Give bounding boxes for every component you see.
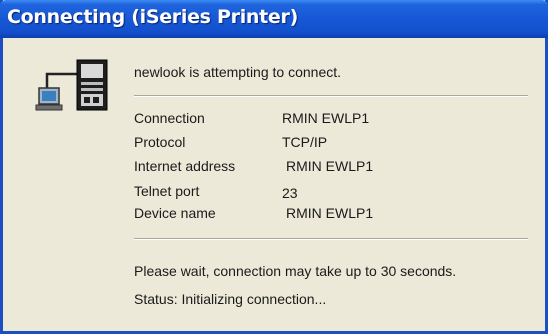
top-separator xyxy=(134,95,528,97)
connection-message: newlook is attempting to connect. xyxy=(134,64,342,80)
title-bar[interactable]: Connecting (iSeries Printer) xyxy=(0,0,548,38)
telnet-port-value: 23 xyxy=(282,185,298,201)
connection-value: RMIN EWLP1 xyxy=(282,110,370,126)
computer-connecting-to-server-icon xyxy=(33,56,113,116)
bottom-separator xyxy=(134,238,528,240)
wait-note: Please wait, connection may take up to 3… xyxy=(134,263,457,279)
protocol-value: TCP/IP xyxy=(282,134,328,150)
internet-address-label: Internet address xyxy=(134,158,236,174)
connection-label: Connection xyxy=(134,110,205,126)
telnet-port-label: Telnet port xyxy=(134,183,200,199)
device-name-label: Device name xyxy=(134,205,216,221)
device-name-value: RMIN EWLP1 xyxy=(286,205,374,221)
status-text: Status: Initializing connection... xyxy=(134,291,327,307)
internet-address-value: RMIN EWLP1 xyxy=(286,158,374,174)
connecting-dialog: Connecting (iSeries Printer) newlook is … xyxy=(0,0,548,334)
protocol-label: Protocol xyxy=(134,134,186,150)
dialog-title: Connecting (iSeries Printer) xyxy=(7,6,298,28)
